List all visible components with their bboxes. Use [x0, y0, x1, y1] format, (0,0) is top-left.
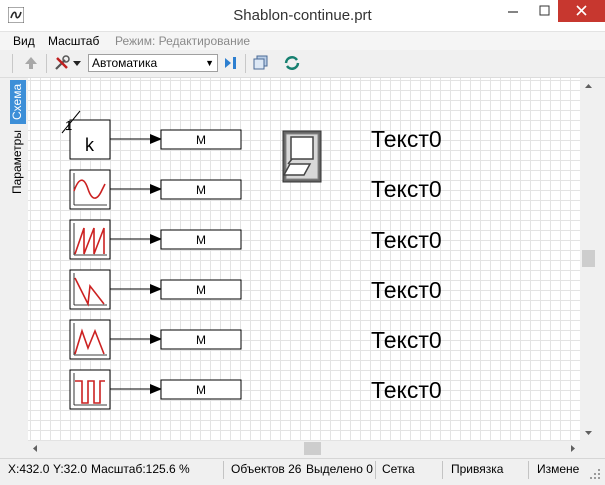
block-m[interactable]: M [160, 129, 242, 150]
block-m-label: M [196, 183, 206, 197]
status-separator [528, 461, 529, 479]
layers-button[interactable] [251, 53, 271, 73]
vertical-scrollbar-thumb[interactable] [582, 250, 595, 267]
refresh-icon [284, 56, 300, 70]
block-m[interactable]: M [160, 229, 242, 250]
maximize-button[interactable] [530, 0, 560, 22]
refresh-button[interactable] [282, 53, 302, 73]
block-m-label: M [196, 383, 206, 397]
text-label[interactable]: Текст0 [371, 126, 442, 152]
menu-view[interactable]: Вид [13, 34, 35, 48]
block-m-label: M [196, 133, 206, 147]
status-separator [223, 461, 224, 479]
horizontal-scrollbar-track [33, 442, 575, 455]
generator-gain-label: k [85, 135, 95, 155]
status-objects: Объектов 26 [231, 462, 302, 476]
status-selected: Выделено 0 [306, 462, 373, 476]
status-separator [375, 461, 376, 479]
block-m[interactable]: M [160, 179, 242, 200]
toolbar-separator [12, 54, 13, 73]
text-label[interactable]: Текст0 [371, 327, 442, 353]
text-label[interactable]: Текст0 [371, 227, 442, 253]
block-m-label: M [196, 333, 206, 347]
arrow-up-icon [25, 57, 37, 69]
vertical-scrollbar[interactable] [580, 78, 597, 441]
snap-toggle[interactable]: Привязка [451, 462, 503, 476]
generator-square[interactable] [69, 369, 111, 410]
generator-constant[interactable]: 1 k [61, 110, 111, 160]
horizontal-scrollbar[interactable] [28, 441, 580, 456]
status-separator [442, 461, 443, 479]
minimize-icon [508, 11, 518, 13]
run-button[interactable] [222, 53, 242, 73]
text-label[interactable]: Текст0 [371, 277, 442, 303]
vertical-scrollbar-track [582, 84, 595, 435]
scroll-right-icon[interactable] [571, 445, 575, 452]
diagram: 1 k M M M M M M Текст0 Текст0 Текст0 Тек… [61, 110, 442, 410]
mode-select-value: Автоматика [92, 56, 158, 70]
scroll-down-icon[interactable] [585, 431, 592, 435]
grid-toggle[interactable]: Сетка [382, 462, 415, 476]
status-x: X:432.0 [8, 462, 50, 476]
step-into-icon [225, 57, 236, 69]
minimize-button[interactable] [498, 0, 528, 22]
diagram-canvas[interactable]: 1 k M M M M M M Текст0 Текст0 Текст0 Тек… [28, 78, 580, 441]
generator-sine[interactable] [69, 169, 111, 210]
tab-parameters[interactable]: Параметры [10, 128, 26, 196]
menu-scale[interactable]: Масштаб [48, 34, 99, 48]
title-bar: Shablon-continue.prt [0, 0, 605, 32]
generator-decay[interactable] [69, 269, 111, 310]
resize-grip-icon[interactable] [589, 468, 601, 480]
layers-icon [253, 55, 268, 70]
close-icon [576, 5, 587, 16]
toolbar-separator [245, 54, 246, 73]
text-label[interactable]: Текст0 [371, 176, 442, 202]
side-tabs: Схема Параметры [0, 78, 28, 458]
dropdown-arrow-icon [73, 61, 81, 66]
close-button[interactable] [558, 0, 605, 22]
mode-select[interactable]: Автоматика ▼ [88, 54, 218, 72]
tools-button[interactable] [52, 53, 72, 73]
menu-bar: Вид Масштаб Режим: Редактирование [0, 32, 605, 50]
generator-triangle[interactable] [69, 319, 111, 360]
toolbar: Автоматика ▼ [0, 50, 605, 78]
status-scale: Масштаб:125.6 % [91, 462, 190, 476]
status-bar: X:432.0 Y:32.0 Масштаб:125.6 % Объектов … [0, 458, 605, 485]
text-label[interactable]: Текст0 [371, 377, 442, 403]
tools-icon [55, 55, 70, 70]
chevron-down-icon: ▼ [205, 58, 214, 68]
maximize-icon [539, 5, 550, 16]
scroll-up-icon[interactable] [585, 84, 592, 88]
toolbar-separator [46, 54, 47, 73]
block-m-label: M [196, 233, 206, 247]
switch-icon[interactable] [282, 130, 322, 183]
block-m[interactable]: M [160, 279, 242, 300]
tab-scheme[interactable]: Схема [10, 80, 26, 124]
horizontal-scrollbar-thumb[interactable] [304, 442, 321, 455]
menu-mode-status: Режим: Редактирование [115, 34, 251, 48]
tools-dropdown-button[interactable] [71, 53, 83, 73]
up-button[interactable] [21, 53, 41, 73]
block-m[interactable]: M [160, 379, 242, 400]
scroll-left-icon[interactable] [33, 445, 37, 452]
change-indicator: Измене [537, 462, 580, 476]
status-y: Y:32.0 [53, 462, 88, 476]
generator-gain-value: 1 [65, 118, 72, 133]
generator-sawtooth[interactable] [69, 219, 111, 260]
block-m[interactable]: M [160, 329, 242, 350]
block-m-label: M [196, 283, 206, 297]
